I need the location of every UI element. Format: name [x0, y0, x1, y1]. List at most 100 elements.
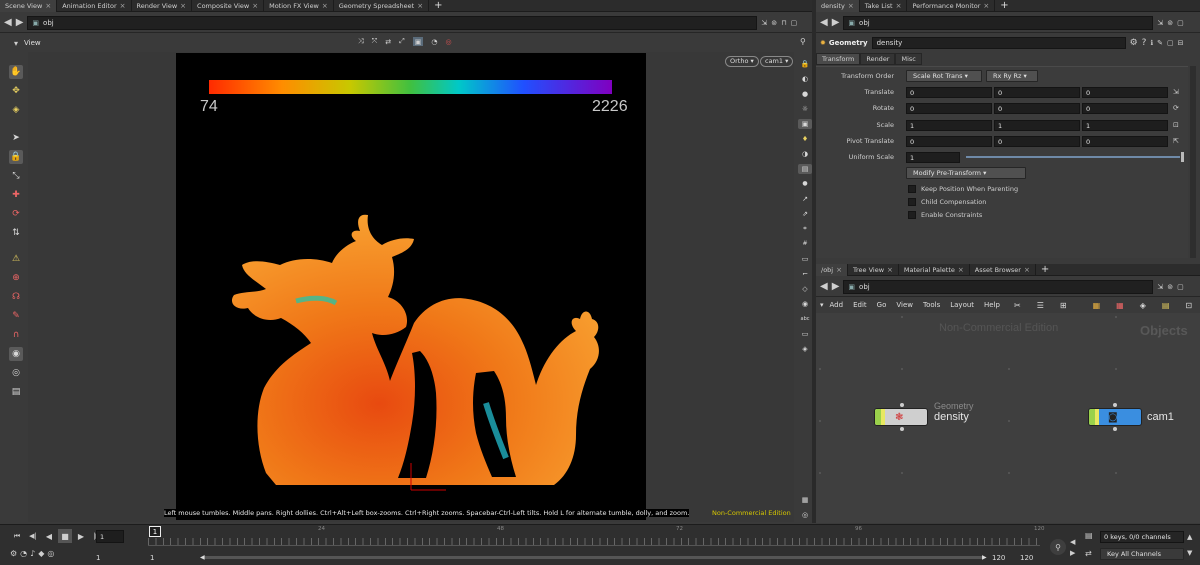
close-icon[interactable]: × [848, 0, 854, 12]
close-icon[interactable]: × [120, 0, 126, 12]
template-icon[interactable]: ▭ [798, 329, 812, 339]
maximize-icon[interactable]: ▢ [1177, 19, 1184, 27]
menu-add[interactable]: Add [830, 301, 844, 309]
translate-z[interactable]: 0 [1082, 86, 1168, 98]
normals-icon[interactable]: ↗ [798, 194, 812, 204]
back-arrow-icon[interactable]: ◀ [820, 281, 828, 292]
rotate-z[interactable]: 0 [1082, 102, 1168, 114]
info-icon[interactable]: ℹ [1150, 39, 1153, 47]
view-tool-icon[interactable]: ◉ [9, 346, 23, 361]
range-start[interactable]: 1 [96, 554, 100, 562]
key-icon[interactable]: ◆ [38, 549, 44, 558]
timeline-ruler[interactable]: 1 24 48 72 96 120 [148, 526, 1045, 546]
close-icon[interactable]: × [252, 0, 258, 12]
play-reverse-icon[interactable]: ◀ [42, 529, 56, 543]
snap-icon[interactable]: ⤨ [358, 37, 364, 46]
lock-camera-icon[interactable]: 🔒 [798, 59, 812, 69]
viewport-canvas[interactable]: 74 2226 [176, 53, 646, 520]
uv-icon[interactable]: ⌗ [798, 224, 812, 234]
add-tab-icon[interactable]: + [429, 0, 447, 12]
range-start-2[interactable]: 1 [150, 554, 154, 562]
forward-arrow-icon[interactable]: ▶ [16, 17, 24, 28]
forward-arrow-icon[interactable]: ▶ [832, 17, 840, 28]
close-icon[interactable]: × [322, 0, 328, 12]
playhead[interactable]: 1 [149, 526, 161, 537]
channel-list-icon[interactable]: ▤ [1085, 531, 1093, 540]
pose-icon[interactable]: ✚ [9, 188, 23, 202]
key-next-icon[interactable]: ▶ [1070, 549, 1075, 557]
align-icon[interactable]: ⚠ [9, 252, 23, 266]
menu-help[interactable]: Help [984, 301, 1000, 309]
subtab-misc[interactable]: Misc [895, 53, 922, 65]
param-scrollbar[interactable] [1190, 66, 1196, 258]
vector-icon[interactable]: ⇗ [798, 209, 812, 219]
channel-icon[interactable]: ⊡ [1173, 121, 1179, 129]
realtime-icon[interactable]: ◔ [20, 549, 27, 558]
rotate-x[interactable]: 0 [906, 102, 992, 114]
color-palette-icon[interactable]: ▦ [1116, 301, 1124, 310]
add-tab-icon[interactable]: + [995, 0, 1013, 12]
expand-icon[interactable]: ⊟ [1178, 39, 1184, 47]
link-icon[interactable]: ⊚ [1167, 19, 1173, 27]
link-icon[interactable]: ⊚ [771, 19, 777, 27]
magnet-icon[interactable]: ☊ [9, 290, 23, 304]
close-icon[interactable]: × [1024, 264, 1030, 276]
lock-icon[interactable]: 🔒 [9, 149, 23, 164]
wrench-icon[interactable]: ✂ [1014, 301, 1021, 310]
path-field[interactable]: ▣ obj [843, 279, 1154, 294]
menu-go[interactable]: Go [877, 301, 887, 309]
stop-icon[interactable]: ■ [58, 529, 72, 543]
tab-geometry-spreadsheet[interactable]: Geometry Spreadsheet × [334, 0, 430, 12]
snap-tool-icon[interactable]: ⊕ [9, 271, 23, 285]
hook-icon[interactable]: ∩ [9, 328, 23, 342]
shadow-icon[interactable]: ◑ [798, 149, 812, 159]
add-tab-icon[interactable]: + [1036, 264, 1054, 276]
record-icon[interactable]: ◎ [445, 37, 451, 46]
menu-layout[interactable]: Layout [950, 301, 974, 309]
scale-z[interactable]: 1 [1082, 119, 1168, 131]
close-icon[interactable]: × [180, 0, 186, 12]
tab-obj[interactable]: /obj × [816, 263, 848, 276]
display-points-icon[interactable]: ● [798, 89, 812, 99]
menu-tools[interactable]: Tools [923, 301, 940, 309]
lock-icon[interactable]: ▢ [1167, 39, 1174, 47]
play-icon[interactable]: ▶ [74, 529, 88, 543]
forward-arrow-icon[interactable]: ▶ [832, 281, 840, 292]
subtab-render[interactable]: Render [860, 53, 896, 65]
tab-scene-view[interactable]: Scene View × [0, 0, 58, 12]
tab-animation-editor[interactable]: Animation Editor × [57, 0, 132, 12]
range-slider[interactable] [204, 556, 984, 559]
maximize-icon[interactable]: ▢ [1177, 283, 1184, 291]
child-compensation-checkbox[interactable] [908, 198, 916, 206]
pin-view-icon[interactable]: ⚲ [800, 37, 806, 46]
global-settings-icon[interactable]: ⚙ [10, 549, 17, 558]
density-node[interactable]: ❃ [874, 408, 928, 426]
select-tool-icon[interactable]: ✋ [9, 64, 23, 79]
render-icon[interactable]: ◔ [431, 37, 437, 46]
node-name-field[interactable]: density [871, 37, 1126, 49]
scale-y[interactable]: 1 [994, 119, 1080, 131]
pane-menu-icon[interactable]: ▾ [820, 301, 824, 309]
tree-icon[interactable]: ⊞ [1060, 301, 1067, 310]
pointer-icon[interactable]: ➤ [9, 131, 23, 145]
slider-handle[interactable] [1181, 152, 1184, 162]
tab-motion-fx-view[interactable]: Motion FX View × [264, 0, 334, 12]
network-canvas[interactable]: Non-Commercial Edition Objects ❃ Geometr… [816, 313, 1200, 523]
channel-icon[interactable]: ⇱ [1173, 137, 1179, 145]
link-icon[interactable]: ⊚ [1167, 283, 1173, 291]
lighting-icon[interactable]: ☼ [798, 104, 812, 114]
input-connector[interactable] [900, 403, 904, 407]
split-icon[interactable]: ⊓ [781, 19, 786, 27]
translate-y[interactable]: 0 [994, 86, 1080, 98]
audio-icon[interactable]: ♪ [30, 549, 35, 558]
transform-tool-icon[interactable]: ⇅ [9, 226, 23, 240]
keep-position-checkbox[interactable] [908, 185, 916, 193]
scale-x[interactable]: 1 [906, 119, 992, 131]
grid-view-icon[interactable]: ▦ [1093, 301, 1101, 310]
collapse-icon[interactable]: ▼ [1187, 549, 1192, 557]
range-end-2[interactable]: 120 [1020, 554, 1033, 562]
shapes-icon[interactable]: ◈ [1140, 301, 1146, 310]
scale-tool-icon[interactable]: ◈ [9, 103, 23, 117]
camera-display-icon[interactable]: ◉ [798, 299, 812, 309]
note-icon[interactable]: ▤ [1162, 301, 1170, 310]
